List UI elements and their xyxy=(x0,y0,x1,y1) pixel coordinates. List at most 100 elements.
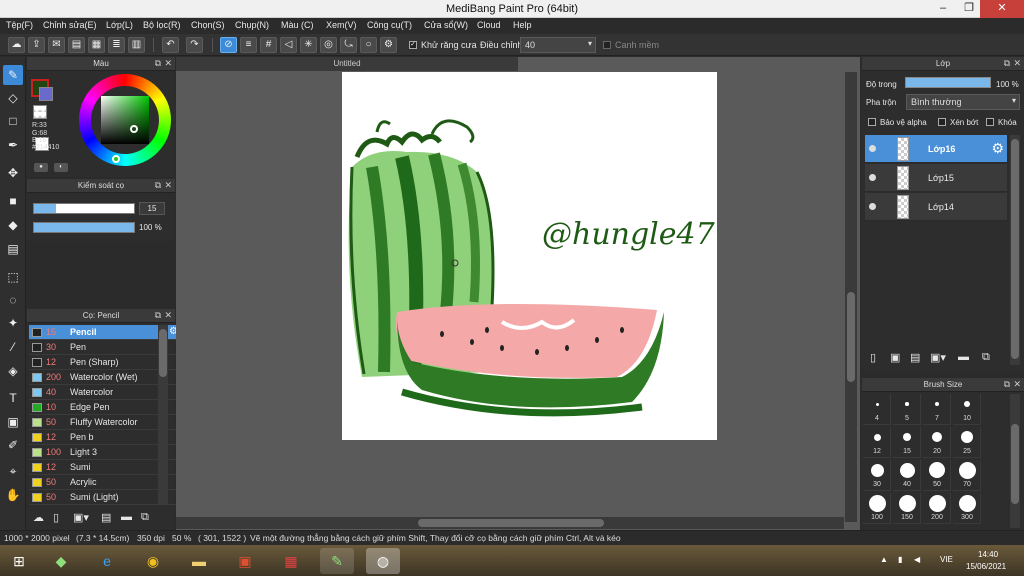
operation-tool-icon[interactable]: ✐ xyxy=(3,435,23,455)
brush-opacity-slider[interactable] xyxy=(33,222,135,233)
brush-scrollbar[interactable] xyxy=(158,325,168,505)
snap-ellipse-icon[interactable]: ○ xyxy=(360,37,377,53)
canvas-vscroll-thumb[interactable] xyxy=(847,292,855,382)
undock-icon[interactable]: ⧉ xyxy=(155,179,161,192)
add-layer-menu-icon[interactable]: ▣▾ xyxy=(930,351,946,364)
eye-icon[interactable] xyxy=(869,203,876,210)
menu-color[interactable]: Màu (C) xyxy=(281,20,314,30)
undock-icon[interactable]: ⧉ xyxy=(155,57,161,70)
menu-layer[interactable]: Lớp(L) xyxy=(106,20,133,30)
snap-off-icon[interactable]: ⊘ xyxy=(220,37,237,53)
explorer-icon[interactable]: ▬ xyxy=(182,548,216,574)
close-panel-icon[interactable]: ✕ xyxy=(164,179,172,192)
undo-icon[interactable]: ↶ xyxy=(162,37,179,53)
chat-icon[interactable]: ✉ xyxy=(48,37,65,53)
network-icon[interactable]: ▮ xyxy=(898,555,902,564)
maximize-button[interactable]: ❐ xyxy=(956,0,982,18)
bluestacks-icon[interactable]: ◆ xyxy=(44,548,78,574)
close-button[interactable]: ✕ xyxy=(980,0,1024,18)
menu-capture[interactable]: Chụp(N) xyxy=(235,20,269,30)
menu-cloud[interactable]: Cloud xyxy=(477,20,501,30)
snap-parallel-icon[interactable]: ≡ xyxy=(240,37,257,53)
menu-window[interactable]: Cửa sổ(W) xyxy=(424,20,468,30)
volume-icon[interactable]: ◀ xyxy=(914,555,920,564)
snap-circle-icon[interactable]: ◎ xyxy=(320,37,337,53)
saturation-square[interactable] xyxy=(101,96,149,144)
brush-add-icon[interactable]: ▣▾ xyxy=(73,511,89,524)
layer-row[interactable]: Lớp15 xyxy=(865,164,1007,192)
tray-arrow-icon[interactable]: ▲ xyxy=(880,555,888,564)
brush-new-icon[interactable]: ▯ xyxy=(53,511,59,524)
delete-layer-icon[interactable]: ⧉ xyxy=(982,351,990,364)
select-pen-icon[interactable]: ⁄ xyxy=(3,337,23,357)
brush-tool-icon[interactable]: ✎ xyxy=(3,65,23,85)
saturation-cursor[interactable] xyxy=(130,125,138,133)
pen-tool-icon[interactable]: ✒ xyxy=(3,135,23,155)
undock-icon[interactable]: ⧉ xyxy=(1004,378,1010,391)
select-eraser-icon[interactable]: ◈ xyxy=(3,361,23,381)
powerpoint-icon[interactable]: ▣ xyxy=(228,548,262,574)
medibang-pro-taskbar-icon[interactable]: ◍ xyxy=(366,548,400,574)
copy-layer-icon[interactable]: ▤ xyxy=(910,351,920,364)
message-icon[interactable]: ▤ xyxy=(68,37,85,53)
hand-tool-icon[interactable]: ✋ xyxy=(3,485,23,505)
lock-checkbox[interactable] xyxy=(986,118,994,126)
eye-icon[interactable] xyxy=(869,174,876,181)
menu-view[interactable]: Xem(V) xyxy=(326,20,357,30)
brush-size-scrollbar[interactable] xyxy=(1010,394,1020,528)
foreground-swatch[interactable] xyxy=(39,87,53,101)
palette-sub-icon[interactable]: ◐ xyxy=(54,163,68,172)
layer-row[interactable]: Lớp14 xyxy=(865,193,1007,221)
windows-start-icon[interactable]: ⊞ xyxy=(2,548,36,574)
snap-settings-icon[interactable]: ⚙ xyxy=(380,37,397,53)
medibang-taskbar-icon[interactable]: ✎ xyxy=(320,548,354,574)
eraser-tool-icon[interactable]: ◇ xyxy=(3,88,23,108)
folder-icon[interactable]: ▬ xyxy=(958,351,969,363)
duplicate-layer-icon[interactable]: ▣ xyxy=(890,351,900,364)
close-panel-icon[interactable]: ✕ xyxy=(164,309,172,322)
paint-icon[interactable]: ▦ xyxy=(274,548,308,574)
move-tool-icon[interactable]: ✥ xyxy=(3,163,23,183)
layer-settings-icon[interactable]: ⚙ xyxy=(991,140,1004,157)
brush-cloud-icon[interactable]: ☁ xyxy=(33,511,44,524)
correction-select[interactable]: 40 ▾ xyxy=(520,37,596,53)
lasso-tool-icon[interactable]: ◌ xyxy=(3,290,23,310)
document-icon[interactable]: ▦ xyxy=(88,37,105,53)
export-icon[interactable]: ⇪ xyxy=(28,37,45,53)
undock-icon[interactable]: ⧉ xyxy=(1004,57,1010,70)
gradient-tool-icon[interactable]: ▤ xyxy=(3,239,23,259)
eye-icon[interactable] xyxy=(869,145,876,152)
brush-size-slider[interactable] xyxy=(33,203,135,214)
close-panel-icon[interactable]: ✕ xyxy=(164,57,172,70)
brush-delete-icon[interactable]: ⧉ xyxy=(141,511,149,524)
brush-size-scroll-thumb[interactable] xyxy=(1011,424,1019,504)
select-tool-icon[interactable]: ⬚ xyxy=(3,267,23,287)
eyedropper-tool-icon[interactable]: ⌖ xyxy=(3,461,23,481)
edge-checkbox[interactable] xyxy=(603,41,611,49)
menu-tools[interactable]: Công cụ(T) xyxy=(367,20,412,30)
fill-tool-icon[interactable]: ◆ xyxy=(3,215,23,235)
brush-copy-icon[interactable]: ▤ xyxy=(101,511,111,524)
menu-file[interactable]: Tệp(F) xyxy=(6,20,33,30)
palette-add-icon[interactable]: ● xyxy=(34,163,48,172)
clipping-checkbox[interactable] xyxy=(938,118,946,126)
canvas-hscroll[interactable] xyxy=(176,517,844,529)
list-icon[interactable]: ≣ xyxy=(108,37,125,53)
text-tool-icon[interactable]: T xyxy=(3,388,23,408)
menu-select[interactable]: Chọn(S) xyxy=(191,20,225,30)
undock-icon[interactable]: ⧉ xyxy=(155,309,161,322)
grid-icon[interactable]: ▥ xyxy=(128,37,145,53)
canvas-hscroll-thumb[interactable] xyxy=(418,519,604,527)
ie-icon[interactable]: e xyxy=(90,548,124,574)
close-panel-icon[interactable]: ✕ xyxy=(1013,378,1021,391)
redo-icon[interactable]: ↷ xyxy=(186,37,203,53)
drawing-canvas[interactable]: @hungle47 xyxy=(342,72,717,440)
chrome-icon[interactable]: ◉ xyxy=(136,548,170,574)
rectangle-tool-icon[interactable]: ■ xyxy=(3,191,23,211)
menu-help[interactable]: Help xyxy=(513,20,532,30)
dot-tool-icon[interactable]: □ xyxy=(3,111,23,131)
close-panel-icon[interactable]: ✕ xyxy=(1013,57,1021,70)
cloud-icon[interactable]: ☁ xyxy=(8,37,25,53)
menu-filter[interactable]: Bộ lọc(R) xyxy=(143,20,181,30)
new-layer-icon[interactable]: ▯ xyxy=(870,351,876,364)
